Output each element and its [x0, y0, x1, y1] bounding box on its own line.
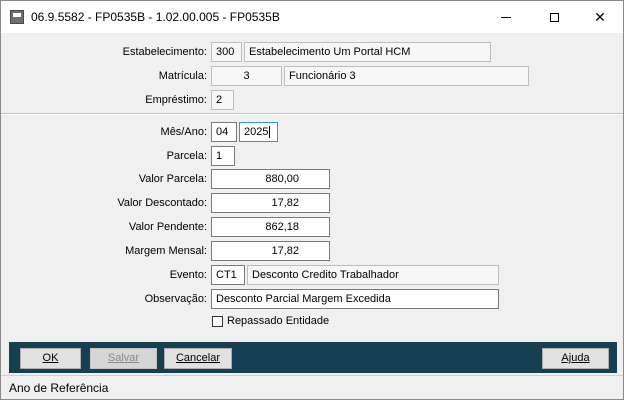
- detail-panel: Mês/Ano: 04 2025 Parcela: 1 Valor Parcel…: [1, 114, 623, 340]
- margem-mensal-label: Margem Mensal:: [125, 245, 207, 257]
- minimize-button[interactable]: [483, 1, 529, 33]
- month-field[interactable]: 04: [211, 122, 237, 142]
- matricula-code-field[interactable]: 3: [211, 66, 282, 86]
- window-title: 06.9.5582 - FP0535B - 1.02.00.005 - FP05…: [31, 10, 280, 24]
- minimize-icon: [501, 16, 511, 18]
- valor-parcela-field[interactable]: 880,00: [211, 169, 330, 189]
- parcela-label: Parcela:: [166, 150, 207, 162]
- maximize-icon: [549, 12, 559, 22]
- close-button[interactable]: ✕: [577, 1, 623, 33]
- repassado-entidade-checkbox[interactable]: Repassado Entidade: [212, 315, 329, 327]
- text-cursor: [269, 126, 271, 139]
- evento-label: Evento:: [169, 269, 207, 281]
- app-icon: [10, 10, 24, 24]
- emprestimo-label: Empréstimo:: [145, 94, 207, 106]
- matricula-name-field: Funcionário 3: [284, 66, 529, 86]
- header-panel: Estabelecimento: 300 Estabelecimento Um …: [1, 33, 623, 114]
- status-bar: Ano de Referência: [1, 375, 623, 399]
- evento-name-field: Desconto Credito Trabalhador: [247, 265, 499, 285]
- cancelar-button[interactable]: Cancelar: [164, 348, 232, 369]
- valor-parcela-label: Valor Parcela:: [138, 173, 207, 185]
- parcela-field[interactable]: 1: [211, 146, 235, 166]
- margem-mensal-field[interactable]: 17,82: [211, 241, 330, 261]
- valor-pendente-field[interactable]: 862,18: [211, 217, 330, 237]
- ok-button[interactable]: OK: [20, 348, 81, 369]
- estabelecimento-label: Estabelecimento:: [122, 46, 207, 58]
- year-field[interactable]: 2025: [239, 122, 278, 142]
- evento-code-field[interactable]: CT1: [211, 265, 245, 285]
- estabelecimento-name-field: Estabelecimento Um Portal HCM: [244, 42, 491, 62]
- button-bar: OK Salvar Cancelar Ajuda: [9, 342, 617, 373]
- estabelecimento-code-field[interactable]: 300: [211, 42, 242, 62]
- close-icon: ✕: [594, 8, 606, 25]
- dialog-window: 06.9.5582 - FP0535B - 1.02.00.005 - FP05…: [0, 0, 624, 400]
- valor-descontado-label: Valor Descontado:: [117, 197, 207, 209]
- repassado-entidade-label: Repassado Entidade: [227, 315, 330, 327]
- valor-pendente-label: Valor Pendente:: [128, 221, 207, 233]
- valor-descontado-field[interactable]: 17,82: [211, 193, 330, 213]
- observacao-field[interactable]: Desconto Parcial Margem Excedida: [211, 289, 499, 309]
- ajuda-button[interactable]: Ajuda: [542, 348, 609, 369]
- maximize-button[interactable]: [531, 1, 577, 33]
- year-value: 2025: [244, 126, 269, 138]
- status-text: Ano de Referência: [9, 381, 109, 395]
- mes-ano-label: Mês/Ano:: [160, 126, 207, 138]
- checkbox-box[interactable]: [212, 315, 223, 327]
- salvar-button[interactable]: Salvar: [90, 348, 157, 369]
- emprestimo-field[interactable]: 2: [211, 90, 234, 110]
- title-bar: 06.9.5582 - FP0535B - 1.02.00.005 - FP05…: [1, 1, 623, 33]
- matricula-label: Matrícula:: [158, 70, 207, 82]
- observacao-label: Observação:: [144, 293, 207, 305]
